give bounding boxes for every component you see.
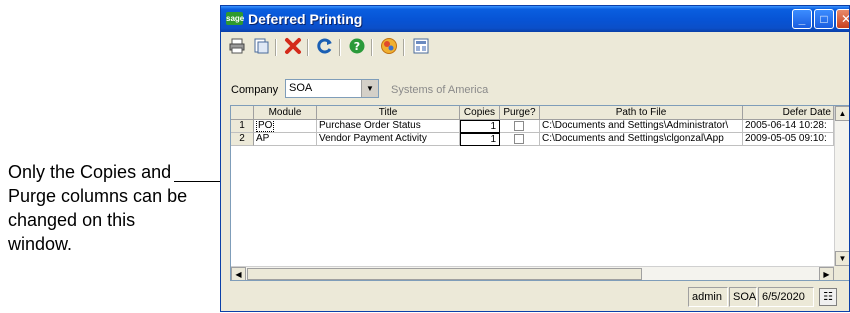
company-label: Company	[231, 84, 279, 96]
sage-logo-icon: sage	[226, 12, 245, 25]
grid-header-corner	[231, 106, 254, 120]
column-header-path[interactable]: Path to File	[540, 106, 743, 120]
help-icon[interactable]: ?	[347, 37, 367, 57]
cell-purge	[500, 120, 540, 133]
column-header-copies[interactable]: Copies	[460, 106, 500, 120]
company-name: Systems of America	[391, 84, 489, 96]
status-user: admin	[688, 287, 728, 307]
column-header-purge[interactable]: Purge?	[500, 106, 540, 120]
printer-icon[interactable]	[227, 37, 247, 57]
purge-checkbox[interactable]	[514, 134, 524, 144]
scroll-down-icon[interactable]: ▼	[835, 251, 849, 266]
cell-module-value: PO	[256, 120, 275, 132]
column-header-defer-date[interactable]: Defer Date	[743, 106, 834, 120]
cell-path: C:\Documents and Settings\clgonzal\App	[540, 133, 743, 146]
cell-defer-date: 2005-06-14 10:28:	[743, 120, 834, 133]
status-company: SOA	[729, 287, 757, 307]
toolbar-separator	[275, 39, 277, 56]
company-select-value: SOA	[289, 82, 313, 94]
vertical-scrollbar[interactable]: ▲ ▼	[834, 106, 849, 266]
title-bar[interactable]: sage Deferred Printing _ □ ✕	[221, 6, 849, 32]
cell-title: Purchase Order Status	[317, 120, 460, 133]
deferred-print-grid: Module Title Copies Purge? Path to File …	[230, 105, 849, 281]
column-header-module[interactable]: Module	[254, 106, 317, 120]
toolbar-separator	[339, 39, 341, 56]
delete-icon[interactable]	[283, 37, 303, 57]
toolbar-separator	[371, 39, 373, 56]
toolbar-separator	[403, 39, 405, 56]
cell-copies[interactable]: 1	[460, 120, 500, 133]
row-number: 2	[231, 133, 254, 146]
purge-checkbox[interactable]	[514, 121, 524, 131]
cell-copies[interactable]: 1	[460, 133, 500, 146]
scrollbar-corner	[834, 266, 849, 280]
horizontal-scroll-thumb[interactable]	[247, 268, 642, 280]
window-title: Deferred Printing	[248, 11, 363, 27]
cell-path: C:\Documents and Settings\Administrator\	[540, 120, 743, 133]
company-select[interactable]: SOA ▼	[285, 79, 379, 98]
refresh-icon[interactable]	[315, 37, 335, 57]
callout-text: Only the Copies and Purge columns can be…	[8, 162, 188, 254]
toolbar-separator	[307, 39, 309, 56]
column-header-title[interactable]: Title	[317, 106, 460, 120]
row-number: 1	[231, 120, 254, 133]
cell-purge	[500, 133, 540, 146]
close-button[interactable]: ✕	[836, 9, 849, 29]
cell-module: PO	[254, 120, 317, 133]
status-date: 6/5/2020	[758, 287, 814, 307]
cell-module: AP	[254, 133, 317, 146]
settings-icon[interactable]	[411, 37, 431, 57]
calendar-icon[interactable]: ☷	[819, 288, 837, 306]
cell-title: Vendor Payment Activity	[317, 133, 460, 146]
horizontal-scrollbar[interactable]: ◀ ▶	[231, 266, 834, 280]
web-icon[interactable]	[379, 37, 399, 57]
scroll-up-icon[interactable]: ▲	[835, 106, 849, 121]
dropdown-arrow-icon[interactable]: ▼	[361, 80, 378, 97]
maximize-button[interactable]: □	[814, 9, 834, 29]
minimize-button[interactable]: _	[792, 9, 812, 29]
scroll-right-icon[interactable]: ▶	[819, 267, 834, 280]
svg-text:?: ?	[354, 40, 360, 53]
scroll-left-icon[interactable]: ◀	[231, 267, 246, 280]
toolbar: ?	[221, 33, 849, 61]
print-preview-icon[interactable]	[251, 37, 271, 57]
cell-defer-date: 2009-05-05 09:10:	[743, 133, 834, 146]
deferred-printing-window: sage Deferred Printing _ □ ✕ ?	[220, 5, 850, 312]
